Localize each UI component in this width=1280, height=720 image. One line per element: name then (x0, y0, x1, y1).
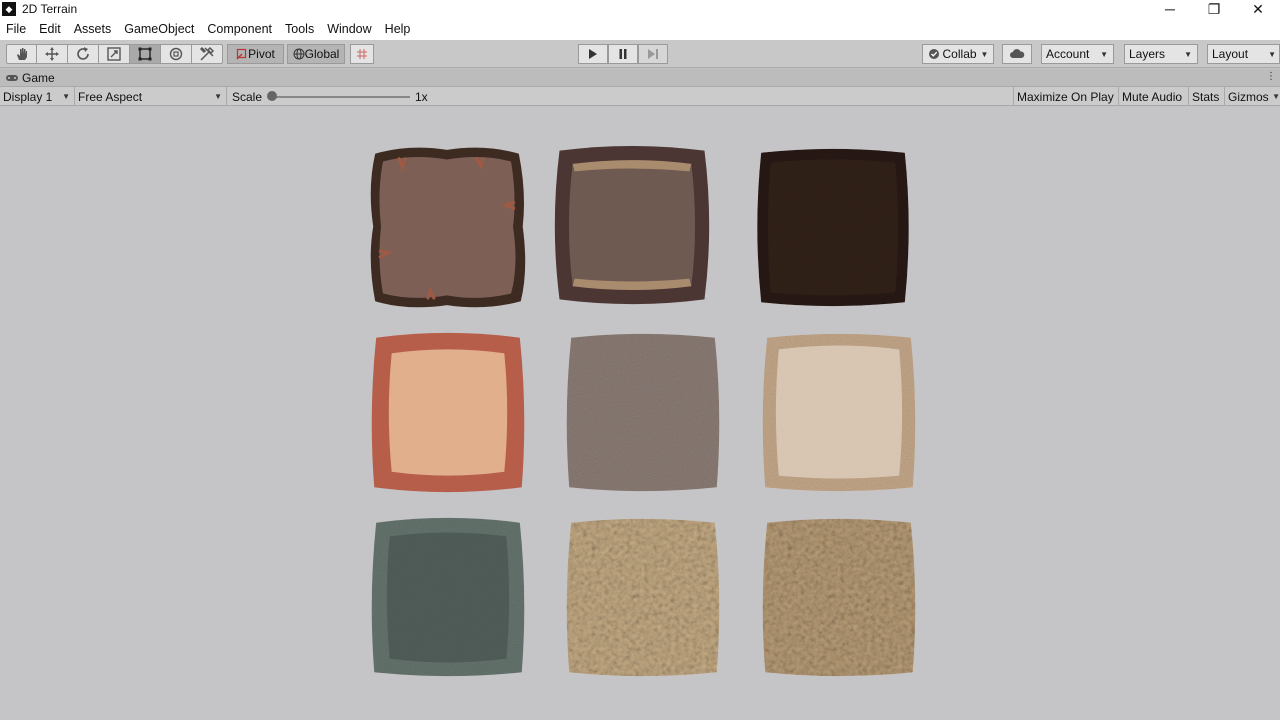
gizmos-label: Gizmos (1228, 89, 1269, 104)
account-dropdown[interactable]: Account ▼ (1041, 44, 1114, 64)
global-toggle[interactable]: Global (287, 44, 345, 64)
pebble-tile-2[interactable] (759, 515, 919, 680)
window-title: 2D Terrain (22, 2, 78, 16)
cloud-icon (1010, 49, 1025, 58)
account-label: Account (1046, 47, 1090, 61)
rotate-tool-icon[interactable] (68, 44, 99, 64)
grid-snap-icon (357, 49, 367, 59)
menu-component[interactable]: Component (207, 22, 272, 36)
chevron-down-icon: ▼ (1268, 49, 1276, 59)
collab-label: Collab (942, 47, 977, 61)
menu-edit[interactable]: Edit (39, 22, 61, 36)
cloud-button[interactable] (1002, 44, 1032, 64)
chevron-down-icon: ▼ (980, 49, 989, 59)
stats-label: Stats (1192, 89, 1220, 104)
globe-icon (293, 48, 305, 60)
transform-tool-icon[interactable] (161, 44, 192, 64)
chevron-down-icon: ▼ (1272, 92, 1280, 101)
aspect-dropdown[interactable]: Free Aspect ▼ (74, 87, 226, 106)
menu-window[interactable]: Window (327, 22, 371, 36)
pale-sand-tile[interactable] (759, 330, 919, 495)
minimize-icon[interactable]: ─ (1148, 0, 1192, 18)
game-controls-bar: Display 1 ▼ Free Aspect ▼ Scale 1x Maxim… (0, 87, 1280, 106)
aspect-label: Free Aspect (78, 89, 143, 104)
layers-dropdown[interactable]: Layers ▼ (1124, 44, 1198, 64)
mute-label: Mute Audio (1122, 89, 1183, 104)
restore-icon[interactable]: ❐ (1192, 0, 1236, 18)
hand-tool-icon[interactable] (6, 44, 37, 64)
tab-bar: Game ⋮ (0, 69, 1280, 87)
scale-value: 1x (415, 89, 428, 104)
gamepad-icon (6, 74, 18, 81)
dark-soil-tile[interactable] (753, 145, 913, 310)
title-bar: ◆ 2D Terrain ─ ❐ ✕ (0, 0, 1280, 18)
layout-dropdown[interactable]: Layout ▼ (1207, 44, 1280, 64)
chevron-down-icon: ▼ (1184, 49, 1192, 59)
maximize-on-play-toggle[interactable]: Maximize On Play (1013, 87, 1117, 106)
menu-bar: File Edit Assets GameObject Component To… (0, 18, 1280, 40)
unity-logo-icon: ◆ (2, 2, 16, 16)
mute-audio-toggle[interactable]: Mute Audio (1118, 87, 1187, 106)
sand-tile[interactable] (368, 330, 528, 495)
play-icon (589, 49, 597, 59)
check-circle-icon (928, 49, 939, 59)
pause-icon (619, 49, 627, 59)
scale-slider-thumb[interactable] (267, 91, 277, 101)
scale-tool-icon[interactable] (99, 44, 130, 64)
stats-toggle[interactable]: Stats (1188, 87, 1224, 106)
mossy-rock-tile[interactable] (368, 515, 528, 680)
step-icon (648, 49, 658, 59)
tab-game-label: Game (22, 70, 55, 85)
layout-label: Layout (1212, 47, 1249, 61)
gravel-tile[interactable] (563, 330, 723, 495)
custom-tool-icon[interactable] (192, 44, 223, 64)
menu-help[interactable]: Help (385, 22, 411, 36)
transform-tools (6, 44, 223, 64)
menu-gameobject[interactable]: GameObject (124, 22, 194, 36)
chevron-down-icon: ▼ (62, 92, 70, 101)
scale-value-container: 1x (412, 87, 442, 106)
step-button[interactable] (638, 44, 668, 64)
pivot-toggle[interactable]: Pivot (227, 44, 284, 64)
chevron-down-icon: ▼ (1100, 49, 1108, 59)
kebab-menu-icon[interactable]: ⋮ (1266, 71, 1276, 82)
window-controls: ─ ❐ ✕ (1148, 0, 1280, 18)
maximize-label: Maximize On Play (1017, 89, 1114, 104)
cartoon-stone-tile[interactable] (552, 143, 712, 308)
scale-label-container: Scale (226, 87, 266, 106)
move-tool-icon[interactable] (37, 44, 68, 64)
close-icon[interactable]: ✕ (1236, 0, 1280, 18)
pebble-tile[interactable] (563, 515, 723, 680)
gizmos-dropdown[interactable]: Gizmos ▼ (1224, 87, 1280, 106)
game-view[interactable] (0, 107, 1280, 720)
chevron-down-icon: ▼ (214, 92, 222, 101)
pivot-label: Pivot (248, 47, 275, 61)
scale-slider-track[interactable] (272, 96, 410, 98)
snap-toggle[interactable] (350, 44, 374, 64)
global-label: Global (304, 47, 340, 61)
play-button[interactable] (578, 44, 608, 64)
pivot-icon (236, 48, 247, 60)
scale-label: Scale (232, 89, 263, 104)
pause-button[interactable] (608, 44, 638, 64)
collab-dropdown[interactable]: Collab ▼ (922, 44, 994, 64)
main-toolbar: Pivot Global Collab ▼ Account ▼ Layers ▼… (0, 40, 1280, 68)
layers-label: Layers (1129, 47, 1166, 61)
menu-tools[interactable]: Tools (285, 22, 314, 36)
menu-assets[interactable]: Assets (74, 22, 112, 36)
display-label: Display 1 (3, 89, 53, 104)
display-dropdown[interactable]: Display 1 ▼ (0, 87, 74, 106)
tab-game[interactable]: Game (5, 71, 55, 85)
menu-file[interactable]: File (6, 22, 26, 36)
rect-tool-icon[interactable] (130, 44, 161, 64)
cartoon-dirt-tile[interactable] (367, 144, 527, 309)
